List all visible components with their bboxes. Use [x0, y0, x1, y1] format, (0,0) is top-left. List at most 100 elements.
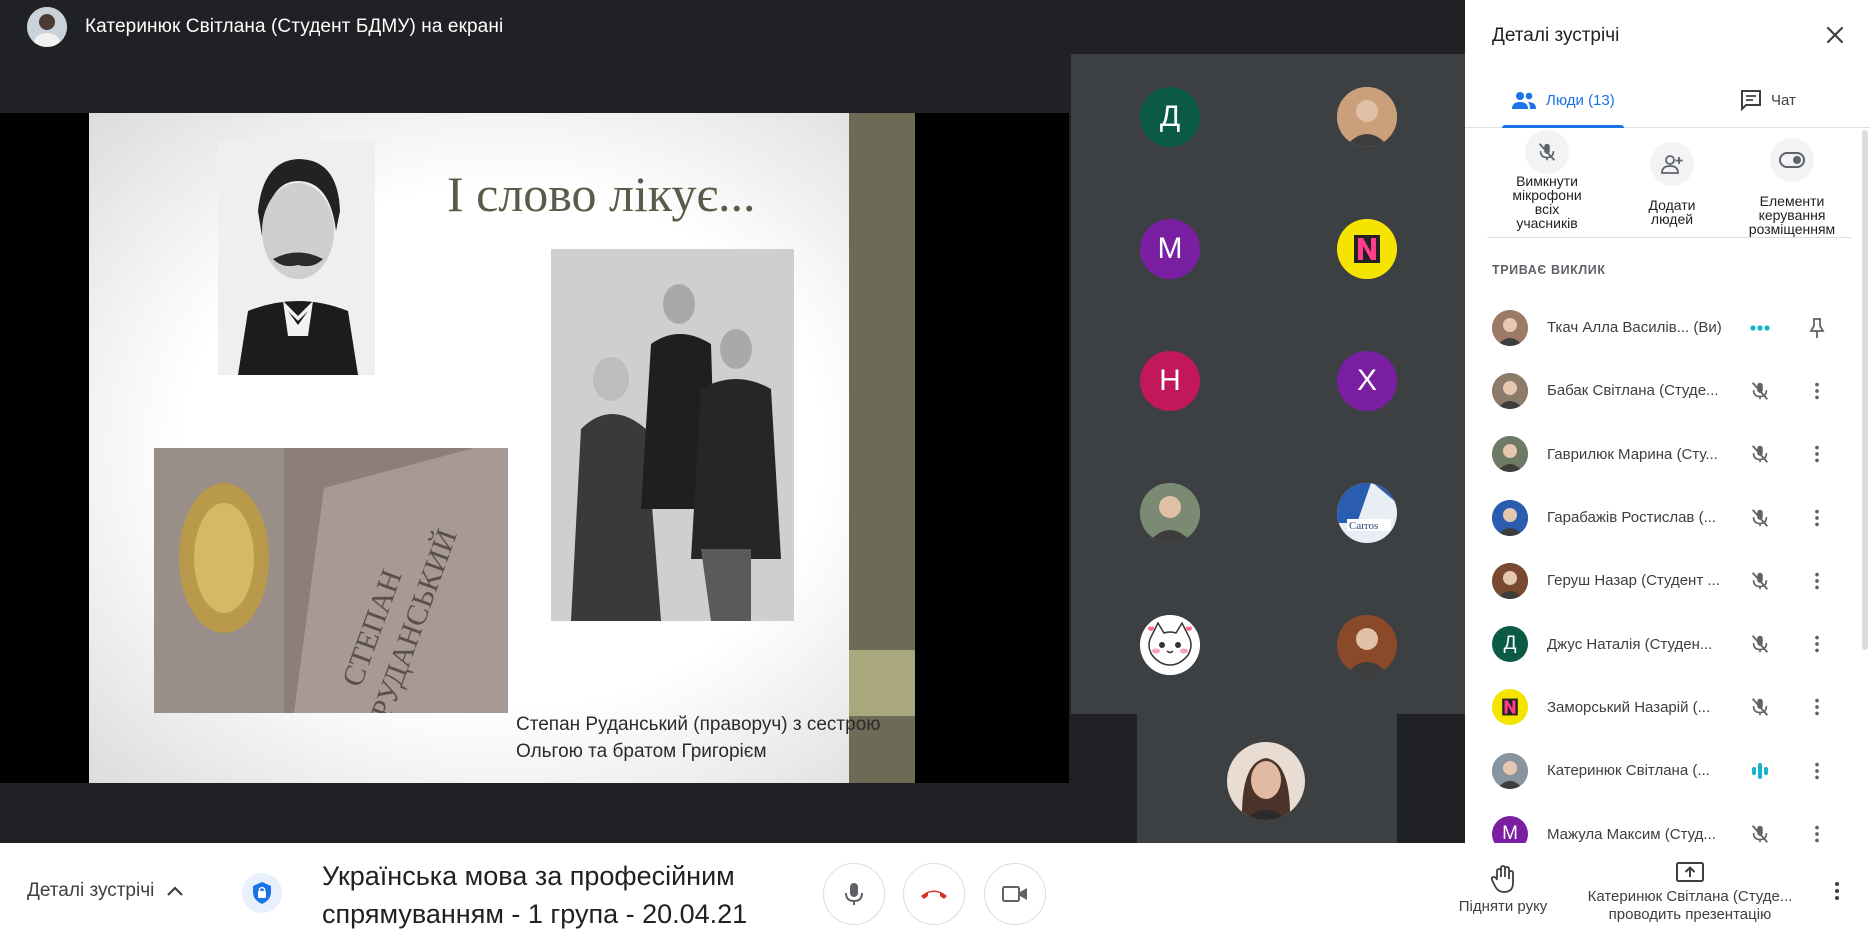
avatar-photo-icon — [1492, 436, 1528, 473]
avatar — [1492, 372, 1528, 409]
video-camera-icon — [1002, 886, 1027, 902]
meeting-details-panel: Деталі зустрічі Люди (13) Чат Вимкнути м… — [1465, 0, 1870, 853]
mic-off-icon[interactable] — [1748, 442, 1772, 466]
caption-line-2: Ольгою та братом Григорієм — [516, 741, 767, 762]
pin-icon[interactable] — [1805, 316, 1829, 340]
presenter-status-line-1: Катеринюк Світлана (Студе... — [1587, 888, 1793, 905]
avatar: Д — [1492, 626, 1528, 663]
participant-grid: Д М Н Х Carros — [1071, 54, 1465, 714]
mic-off-icon[interactable] — [1748, 379, 1772, 403]
add-people-label-2: людей — [1650, 211, 1694, 227]
participant-name: Ткач Алла Василів... (Ви) — [1547, 319, 1722, 337]
avatar-photo-icon — [1140, 483, 1200, 543]
meeting-details-button[interactable]: Деталі зустрічі — [27, 880, 184, 902]
more-options-icon[interactable] — [1805, 695, 1829, 719]
more-options-icon[interactable] — [1805, 506, 1829, 530]
more-options-icon[interactable] — [1805, 759, 1829, 783]
meeting-title-line-1: Українська мова за професійним — [322, 861, 735, 891]
more-options-icon[interactable] — [1805, 442, 1829, 466]
bottom-toolbar: Деталі зустрічі Українська мова за профе… — [0, 843, 1870, 943]
presenter-bar: Катеринюк Світлана (Студент БДМУ) на екр… — [0, 0, 1465, 54]
avatar — [1492, 562, 1528, 599]
panel-scrollbar[interactable] — [1862, 130, 1868, 650]
leave-call-button[interactable] — [903, 863, 965, 925]
add-people-label-1: Додати — [1648, 197, 1696, 213]
avatar-photo-icon — [1492, 309, 1528, 346]
mic-off-icon[interactable] — [1748, 506, 1772, 530]
more-options-icon[interactable] — [1805, 632, 1829, 656]
mic-off-icon[interactable] — [1748, 569, 1772, 593]
participant-tile[interactable]: Carros — [1337, 483, 1397, 543]
memorial-photo: СТЕПАН РУДАНСЬКИЙ — [154, 448, 508, 713]
participant-initial: Н — [1159, 364, 1181, 397]
microphone-icon — [845, 883, 863, 905]
caption-line-1: Степан Руданський (праворуч) з сестрою — [516, 714, 881, 735]
mic-off-icon[interactable] — [1748, 632, 1772, 656]
presentation-status-button[interactable]: Катеринюк Світлана (Студе... проводить п… — [1578, 861, 1802, 924]
panel-tabs: Люди (13) Чат — [1465, 72, 1870, 128]
avatar-initial: М — [1502, 823, 1518, 845]
host-controls-button[interactable]: Елементи керування розміщенням — [1732, 138, 1852, 236]
participant-row[interactable]: Заморський Назарій (... — [1465, 676, 1870, 739]
mute-all-label-2: мікрофони — [1512, 187, 1582, 203]
tab-chat[interactable]: Чат — [1740, 72, 1796, 128]
host-controls-label-1: Елементи — [1759, 193, 1825, 209]
raise-hand-button[interactable]: Підняти руку — [1448, 865, 1558, 915]
mute-all-label-4: учасників — [1516, 215, 1578, 231]
camera-button[interactable] — [984, 863, 1046, 925]
avatar-photo-icon — [1337, 87, 1397, 147]
close-icon[interactable] — [1822, 22, 1848, 48]
participant-row[interactable]: Гаврилюк Марина (Сту... — [1465, 423, 1870, 486]
participant-name: Катеринюк Світлана (... — [1547, 762, 1710, 780]
participant-tile[interactable]: Х — [1337, 351, 1397, 411]
cat-avatar-icon — [1140, 615, 1200, 675]
avatar-initial: Д — [1503, 633, 1517, 655]
participant-tile[interactable] — [1337, 87, 1397, 147]
participant-tile[interactable] — [1337, 219, 1397, 279]
more-options-icon[interactable] — [1805, 569, 1829, 593]
participant-tile[interactable]: Н — [1140, 351, 1200, 411]
participant-initial: Х — [1356, 364, 1377, 397]
avatar-photo-icon — [1492, 499, 1528, 536]
more-options-icon[interactable] — [1825, 879, 1849, 903]
slide-title: І слово лікує... — [447, 166, 756, 222]
participant-initial: М — [1157, 232, 1183, 265]
mic-off-icon[interactable] — [1748, 695, 1772, 719]
family-photo — [551, 249, 794, 621]
participant-name: Заморський Назарій (... — [1547, 698, 1711, 716]
logo-n-icon — [1492, 689, 1528, 726]
panel-title: Деталі зустрічі — [1492, 25, 1620, 46]
logo-n-icon — [1337, 219, 1397, 279]
host-controls-label-3: розміщенням — [1748, 221, 1836, 237]
tab-people[interactable]: Люди (13) — [1502, 72, 1624, 128]
self-view[interactable] — [1137, 714, 1397, 843]
slide-caption: Степан Руданський (праворуч) з сестрою О… — [516, 711, 881, 765]
people-icon — [1512, 92, 1536, 109]
microphone-button[interactable] — [823, 863, 885, 925]
avatar — [1492, 309, 1528, 346]
participant-row[interactable]: Ткач Алла Василів... (Ви) — [1465, 296, 1870, 359]
participant-name: Бабак Світлана (Студе... — [1547, 382, 1719, 400]
tab-people-label: Люди (13) — [1546, 91, 1615, 109]
participant-tile[interactable] — [1140, 615, 1200, 675]
participant-tile[interactable] — [1140, 483, 1200, 543]
participant-initial: Д — [1159, 100, 1181, 133]
participant-row[interactable]: Геруш Назар (Студент ... — [1465, 549, 1870, 612]
participant-row[interactable]: Катеринюк Світлана (... — [1465, 739, 1870, 802]
participant-tile[interactable] — [1337, 615, 1397, 675]
participant-tile[interactable]: Д — [1140, 87, 1200, 147]
participant-tile[interactable]: М — [1140, 219, 1200, 279]
mute-all-button[interactable]: Вимкнути мікрофони всіх учасників — [1487, 130, 1607, 230]
participant-row[interactable]: Бабак Світлана (Студе... — [1465, 359, 1870, 422]
presenter-title: Катеринюк Світлана (Студент БДМУ) на екр… — [85, 16, 504, 37]
participant-row[interactable]: Д Джус Наталія (Студен... — [1465, 612, 1870, 675]
more-options-icon[interactable] — [1805, 379, 1829, 403]
add-people-button[interactable]: Додати людей — [1612, 142, 1732, 226]
participant-name: Мажула Максим (Студ... — [1547, 825, 1716, 843]
avatar-photo-icon — [1492, 562, 1528, 599]
participant-row[interactable]: Гарабажів Ростислав (... — [1465, 486, 1870, 549]
avatar — [1492, 436, 1528, 473]
hand-icon — [1490, 865, 1514, 893]
security-shield-icon[interactable] — [242, 873, 282, 913]
svg-text:Carros: Carros — [1349, 520, 1378, 532]
